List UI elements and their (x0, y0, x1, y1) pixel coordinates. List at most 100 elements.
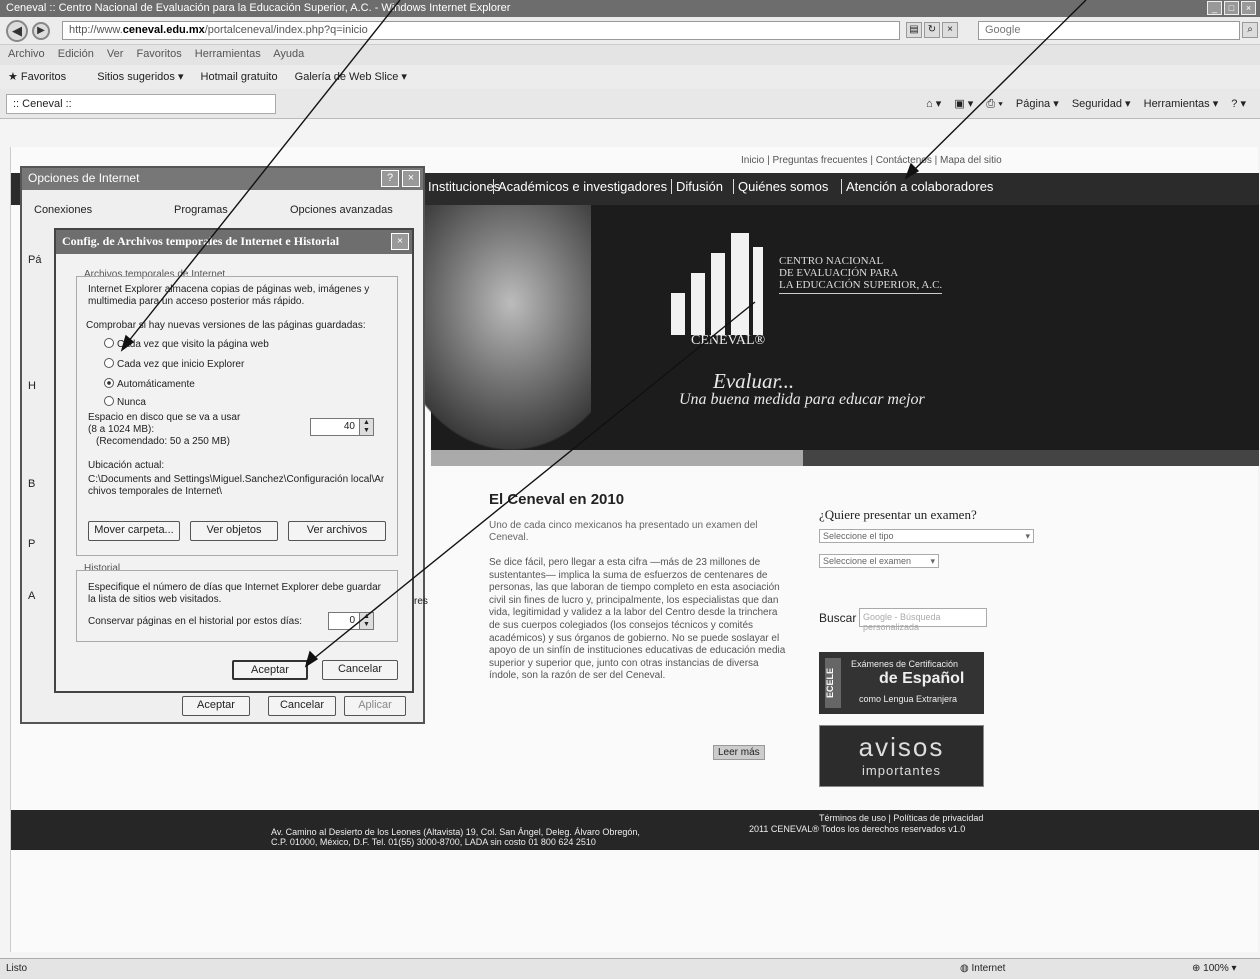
peek-text: res (414, 596, 428, 607)
disk-space-value: 40 (343, 421, 355, 432)
compat-view-icon[interactable]: ▤ (906, 22, 922, 38)
logo-line-1: CENTRO NACIONAL (779, 255, 884, 267)
cmd-seguridad[interactable]: Seguridad ▾ (1072, 98, 1131, 110)
view-objects-button[interactable]: Ver objetos (190, 521, 278, 541)
tab-conexiones[interactable]: Conexiones (34, 204, 92, 216)
buscar-label: Buscar (819, 611, 857, 625)
refresh-icon[interactable]: ↻ (924, 22, 940, 38)
history-group-box (76, 570, 398, 642)
maximize-button[interactable]: □ (1224, 1, 1239, 15)
move-folder-button[interactable]: Mover carpeta... (88, 521, 180, 541)
stepper-arrows-icon[interactable]: ▲ ▼ (359, 419, 373, 435)
fav-item-sugeridos[interactable]: Sitios sugeridos ▾ (97, 71, 183, 83)
news-title: El Ceneval en 2010 (489, 491, 625, 508)
days-stepper[interactable]: 0 ▲ ▼ (328, 612, 374, 630)
footer-copyright: 2011 CENEVAL® Todos los derechos reserva… (749, 824, 966, 834)
nav-atencion-colaboradores[interactable]: Atención a colaboradores (841, 179, 997, 194)
close-window-button[interactable]: × (1241, 1, 1256, 15)
back-icon[interactable]: ◀ (6, 20, 28, 42)
temp-files-title: Config. de Archivos temporales de Intern… (62, 234, 340, 248)
site-footer: Términos de uso | Políticas de privacida… (11, 810, 1259, 850)
tab-bar: :: Ceneval :: ⌂ ▾ ▣ ▾ ⎙ ▾ Página ▾ Segur… (0, 89, 1260, 119)
nav-difusion[interactable]: Difusión (671, 179, 727, 194)
cmd-herramientas[interactable]: Herramientas ▾ (1144, 98, 1219, 110)
close-icon[interactable]: × (402, 170, 420, 187)
zoom-control[interactable]: ⊕ 100% ▾ (1192, 963, 1237, 974)
location-value: C:\Documents and Settings\Miguel.Sanchez… (88, 474, 385, 497)
tab-ceneval[interactable]: :: Ceneval :: (6, 94, 276, 114)
top-links[interactable]: Inicio | Preguntas frecuentes | Contácte… (741, 155, 1002, 166)
site-search-placeholder: Google - Búsqueda personalizada (863, 612, 941, 632)
stop-icon[interactable]: × (942, 22, 958, 38)
forward-icon[interactable]: ▶ (32, 22, 50, 40)
slogan-line-2: Una buena medida para educar mejor (679, 391, 925, 408)
hidden-label-1: Pá (28, 254, 42, 266)
menu-ver[interactable]: Ver (107, 48, 124, 60)
site-search-input[interactable]: Google - Búsqueda personalizada (859, 608, 987, 632)
nav-academicos[interactable]: Académicos e investigadores (493, 179, 671, 194)
avisos-line-2: importantes (862, 763, 941, 778)
disk-label-2: (8 a 1024 MB): (88, 424, 155, 435)
logo-text: CENTRO NACIONAL DE EVALUACIÓN PARA LA ED… (779, 255, 943, 294)
radio-every-visit-label: Cada vez que visito la página web (117, 339, 269, 350)
radio-never[interactable]: Nunca (104, 396, 146, 408)
feeds-icon[interactable]: ▣ ▾ (954, 98, 973, 110)
stepper-arrows-icon[interactable]: ▲ ▼ (359, 613, 373, 629)
exam-value: Seleccione el examen (823, 556, 912, 566)
ecele-banner[interactable]: ECELE Exámenes de Certificación de Españ… (819, 652, 984, 714)
menu-herramientas[interactable]: Herramientas (195, 48, 261, 60)
fav-item-hotmail[interactable]: Hotmail gratuito (201, 71, 278, 83)
cfg-ok-button[interactable]: Aceptar (232, 660, 308, 680)
radio-automatic[interactable]: Automáticamente (104, 378, 195, 390)
close-icon[interactable]: × (391, 233, 409, 250)
address-bar[interactable]: http://www.ceneval.edu.mx/portalceneval/… (62, 21, 900, 40)
logo-line-3: LA EDUCACIÓN SUPERIOR, A.C. (779, 279, 943, 291)
fav-item-webslice[interactable]: Galería de Web Slice ▾ (295, 71, 407, 83)
chevron-down-icon: ▾ (930, 556, 935, 566)
hidden-label-3: B (28, 478, 36, 490)
temp-description: Internet Explorer almacena copias de pág… (88, 284, 370, 307)
tab-opciones-avanzadas[interactable]: Opciones avanzadas (290, 204, 393, 216)
ecele-line-3: como Lengua Extranjera (859, 694, 958, 704)
avisos-banner[interactable]: avisos importantes (819, 725, 984, 787)
menu-ayuda[interactable]: Ayuda (273, 48, 304, 60)
disk-space-stepper[interactable]: 40 ▲ ▼ (310, 418, 374, 436)
status-zone: Internet (971, 963, 1006, 974)
internet-options-title: Opciones de Internet (28, 171, 140, 185)
disk-label-1: Espacio en disco que se va a usar (88, 412, 241, 423)
options-ok-button[interactable]: Aceptar (182, 696, 250, 716)
radio-every-visit[interactable]: Cada vez que visito la página web (104, 338, 269, 350)
home-icon[interactable]: ⌂ ▾ (926, 98, 941, 110)
minimize-button[interactable]: _ (1207, 1, 1222, 15)
search-icon[interactable]: ⌕ (1242, 22, 1258, 38)
cfg-cancel-button[interactable]: Cancelar (322, 660, 398, 680)
footer-terms[interactable]: Términos de uso | Políticas de privacida… (819, 813, 983, 823)
help-icon[interactable]: ? ▾ (1231, 98, 1246, 110)
nav-quienes-somos[interactable]: Quiénes somos (733, 179, 832, 194)
status-text: Listo (6, 963, 28, 974)
history-description: Especifique el número de días que Intern… (88, 582, 381, 605)
view-files-button[interactable]: Ver archivos (288, 521, 386, 541)
search-input[interactable]: Google (978, 21, 1240, 40)
menu-archivo[interactable]: Archivo (8, 48, 45, 60)
radio-every-start[interactable]: Cada vez que inicio Explorer (104, 358, 244, 370)
exam-type-select[interactable]: Seleccione el tipo ▾ (819, 529, 1034, 543)
cmd-pagina[interactable]: Página ▾ (1016, 98, 1059, 110)
options-apply-button[interactable]: Aplicar (344, 696, 406, 716)
chevron-down-icon: ▾ (1025, 531, 1030, 541)
options-tabs: Conexiones Programas Opciones avanzadas (32, 204, 412, 222)
internet-options-title-bar: Opciones de Internet ? × (22, 168, 423, 190)
exam-type-value: Seleccione el tipo (823, 531, 894, 541)
tab-programas[interactable]: Programas (174, 204, 228, 216)
options-cancel-button[interactable]: Cancelar (268, 696, 336, 716)
help-button[interactable]: ? (381, 170, 399, 187)
news-body: Se dice fácil, pero llegar a esta cifra … (489, 557, 786, 682)
menu-favoritos[interactable]: Favoritos (136, 48, 181, 60)
menu-edicion[interactable]: Edición (58, 48, 94, 60)
print-icon[interactable]: ⎙ ▾ (986, 98, 1002, 110)
url-prefix: http://www. (69, 24, 123, 36)
exam-question: ¿Quiere presentar un examen? (819, 507, 977, 522)
favorites-star-icon[interactable]: ★ Favoritos (8, 71, 80, 83)
read-more-link[interactable]: Leer más (713, 745, 765, 760)
exam-select[interactable]: Seleccione el examen ▾ (819, 554, 939, 568)
